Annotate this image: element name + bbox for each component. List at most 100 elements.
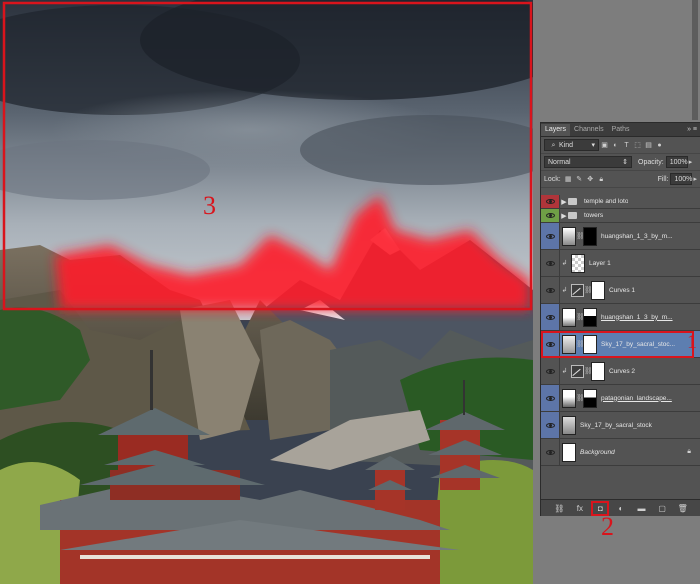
delete-icon[interactable]: 🗑︎ (677, 504, 689, 513)
layer-sky-17-stock[interactable]: Sky_17_by_sacral_stock (541, 412, 700, 439)
visibility-eye-icon[interactable] (541, 195, 560, 208)
fill-field[interactable]: 100% (670, 173, 693, 185)
link-chain-icon[interactable]: ⛓ (584, 367, 593, 375)
layer-name: Curves 2 (609, 367, 636, 375)
lock-position-icon[interactable]: ✥ (586, 175, 595, 184)
fill-dropdown-icon[interactable]: ▸ (693, 175, 697, 183)
opacity-field[interactable]: 100% (665, 156, 688, 168)
lock-all-icon[interactable]: 🔒︎ (597, 175, 606, 184)
visibility-eye-icon[interactable] (541, 331, 560, 357)
layer-background[interactable]: Background 🔒︎ (541, 439, 700, 466)
tab-paths[interactable]: Paths (608, 124, 634, 136)
layer-name: huangshan_1_3_by_m... (601, 313, 673, 321)
lock-transparent-icon[interactable]: ▦ (564, 175, 573, 184)
visibility-eye-icon[interactable] (541, 209, 560, 222)
link-chain-icon[interactable]: ⛓ (576, 313, 585, 321)
lock-row: Lock: ▦ ✎ ✥ 🔒︎ Fill: 100% ▸ (541, 171, 700, 188)
layer-mask-thumbnail[interactable] (591, 280, 605, 300)
layer-thumbnail[interactable] (562, 307, 576, 327)
layer-huangshan-top[interactable]: ⛓ huangshan_1_3_by_m... (541, 223, 700, 250)
layer-thumbnail[interactable] (562, 442, 576, 462)
visibility-eye-icon[interactable] (541, 412, 560, 438)
tab-layers[interactable]: Layers (541, 124, 571, 136)
scrollbar[interactable] (692, 0, 698, 120)
chevron-down-icon: ▾ (591, 141, 595, 149)
link-chain-icon[interactable]: ⛓ (576, 340, 585, 348)
tab-channels[interactable]: Channels (570, 124, 608, 136)
layer-huangshan-second[interactable]: ⛓ huangshan_1_3_by_m... (541, 304, 700, 331)
filter-kind-select[interactable]: ⌕ Kind ▾ (544, 139, 599, 151)
layer-layer-1[interactable]: ↲ Layer 1 (541, 250, 700, 277)
clipping-arrow-icon: ↲ (561, 287, 568, 294)
landscape-composite (0, 0, 533, 584)
blend-mode-select[interactable]: Normal ⇕ (544, 156, 632, 168)
link-chain-icon[interactable]: ⛓ (576, 232, 585, 240)
adjustment-filter-icon[interactable]: ◐ (611, 141, 620, 150)
shape-filter-icon[interactable]: ⬚ (633, 141, 642, 150)
panel-tabs: Layers Channels Paths » ≡ (541, 123, 700, 137)
layer-name: temple and loto (584, 198, 629, 205)
smart-filter-icon[interactable]: ▤ (644, 141, 653, 150)
visibility-eye-icon[interactable] (541, 223, 560, 249)
layer-mask-thumbnail[interactable] (583, 226, 597, 246)
curves-adjustment-icon[interactable] (571, 283, 584, 297)
search-icon: ⌕ (551, 141, 556, 149)
visibility-eye-icon[interactable] (541, 304, 560, 330)
clipping-arrow-icon: ↲ (561, 368, 568, 375)
link-chain-icon[interactable]: ⛓ (584, 286, 593, 294)
layers-panel: Layers Channels Paths » ≡ ⌕ Kind ▾ ▣ ◐ T… (540, 122, 700, 516)
filter-kind-value: Kind (559, 141, 574, 149)
layer-name: huangshan_1_3_by_m... (601, 232, 673, 240)
layer-mask-thumbnail[interactable] (583, 334, 597, 354)
layer-group-temple-and-loto[interactable]: ▶ temple and loto (541, 195, 700, 209)
layer-mask-thumbnail[interactable] (583, 388, 597, 408)
adjustment-icon[interactable]: ◐ (615, 504, 627, 513)
panel-menu-icon[interactable]: » ≡ (687, 124, 700, 136)
layer-thumbnail[interactable] (562, 388, 576, 408)
filter-toggle-icon[interactable]: ● (655, 141, 664, 150)
curves-adjustment-icon[interactable] (571, 364, 584, 378)
image-canvas[interactable]: 3 (0, 0, 533, 584)
layer-thumbnail[interactable] (562, 415, 576, 435)
expand-arrow-icon[interactable]: ▶ (560, 212, 568, 220)
folder-icon (568, 198, 577, 205)
annotation-label-3: 3 (203, 191, 216, 220)
layer-mask-thumbnail[interactable] (583, 307, 597, 327)
lock-label: Lock: (544, 175, 561, 183)
layer-sky-17-selected[interactable]: ⛓ Sky_17_by_sacral_stoc... 1 (541, 331, 700, 358)
link-chain-icon[interactable]: ⛓ (576, 394, 585, 402)
lock-pixels-icon[interactable]: ✎ (575, 175, 584, 184)
layer-curves-1[interactable]: ↲ ⛓ Curves 1 (541, 277, 700, 304)
layer-thumbnail[interactable] (562, 334, 576, 354)
visibility-eye-icon[interactable] (541, 358, 560, 384)
filter-row: ⌕ Kind ▾ ▣ ◐ T ⬚ ▤ ● (541, 137, 700, 154)
fill-label: Fill: (657, 175, 669, 183)
layer-name: Sky_17_by_sacral_stock (580, 421, 652, 429)
folder-icon (568, 212, 577, 219)
chevron-down-icon: ⇕ (622, 158, 628, 166)
layer-name: Layer 1 (589, 259, 611, 267)
clipping-arrow-icon: ↲ (561, 260, 568, 267)
fx-icon[interactable]: fx (574, 504, 586, 513)
new-group-icon[interactable]: ▬ (636, 504, 648, 513)
expand-arrow-icon[interactable]: ▶ (560, 198, 568, 206)
layer-thumbnail[interactable] (562, 226, 576, 246)
visibility-eye-icon[interactable] (541, 277, 560, 303)
layer-group-towers[interactable]: ▶ towers (541, 209, 700, 223)
layer-patagonian-landscape[interactable]: ⛓ patagonian_landscape... (541, 385, 700, 412)
link-icon[interactable]: ⛓ (553, 504, 565, 513)
new-layer-icon[interactable]: ▢ (656, 504, 668, 513)
layer-mask-thumbnail[interactable] (591, 361, 605, 381)
opacity-dropdown-icon[interactable]: ▸ (689, 158, 693, 166)
lock-icon: 🔒︎ (687, 448, 691, 455)
visibility-eye-icon[interactable] (541, 439, 560, 465)
layer-curves-2[interactable]: ↲ ⛓ Curves 2 (541, 358, 700, 385)
layer-name: towers (584, 212, 604, 219)
pixel-filter-icon[interactable]: ▣ (600, 141, 609, 150)
annotation-label-2: 2 (601, 512, 614, 541)
visibility-eye-icon[interactable] (541, 250, 560, 276)
layer-thumbnail[interactable] (571, 253, 585, 273)
annotation-label-1: 1 (687, 331, 697, 353)
visibility-eye-icon[interactable] (541, 385, 560, 411)
type-filter-icon[interactable]: T (622, 141, 631, 150)
